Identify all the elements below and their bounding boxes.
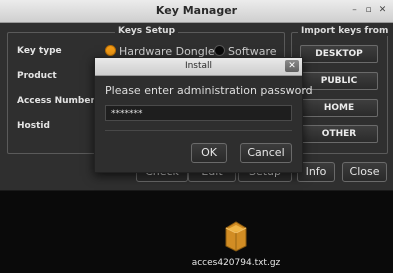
archive-icon xyxy=(225,221,247,252)
import-home-button[interactable]: HOME xyxy=(300,99,378,117)
import-keys-legend: Import keys from xyxy=(298,26,392,36)
keys-setup-legend: Keys Setup xyxy=(115,26,179,36)
window-title: Key Manager xyxy=(155,4,238,17)
file-name-label: acces420794.txt.gz xyxy=(191,258,281,268)
close-button[interactable]: Close xyxy=(342,162,387,182)
password-prompt: Please enter administration password xyxy=(105,84,313,97)
install-dialog: Install ✕ Please enter administration pa… xyxy=(94,57,313,173)
dialog-titlebar[interactable]: Install ✕ xyxy=(95,58,302,76)
dialog-divider xyxy=(105,130,292,131)
hostid-label: Hostid xyxy=(17,121,50,131)
window-titlebar[interactable]: Key Manager – ▫ ✕ xyxy=(0,0,393,23)
minimize-icon[interactable]: – xyxy=(349,5,360,16)
dialog-close-icon[interactable]: ✕ xyxy=(285,60,299,72)
import-desktop-button[interactable]: DESKTOP xyxy=(300,45,378,63)
product-label: Product xyxy=(17,71,57,81)
radio-selected-icon xyxy=(105,45,116,56)
cancel-button[interactable]: Cancel xyxy=(240,143,292,163)
radio-unselected-icon xyxy=(214,45,225,56)
maximize-icon[interactable]: ▫ xyxy=(363,5,374,16)
password-input[interactable]: ******* xyxy=(105,105,292,121)
key-type-label: Key type xyxy=(17,46,62,56)
dialog-title: Install xyxy=(184,61,213,71)
import-other-button[interactable]: OTHER xyxy=(300,125,378,143)
access-number-label: Access Number xyxy=(17,96,95,106)
close-icon[interactable]: ✕ xyxy=(377,5,388,16)
ok-button[interactable]: OK xyxy=(191,143,227,163)
